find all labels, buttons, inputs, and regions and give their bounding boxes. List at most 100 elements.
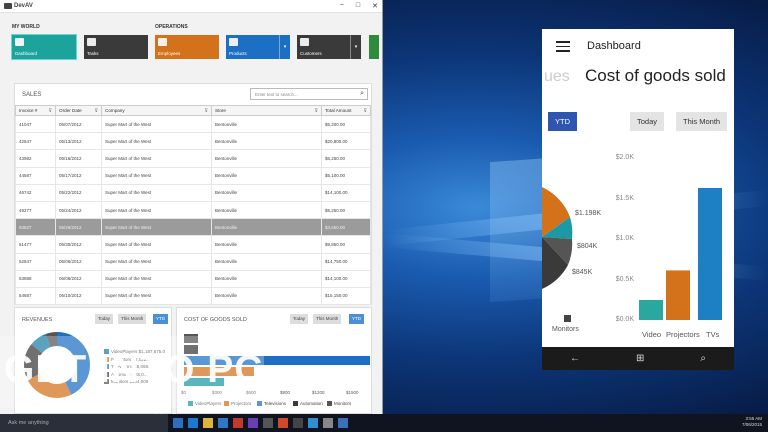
column-header[interactable]: Invoice # ⊽ [15,105,56,116]
minimize-button[interactable]: − [340,2,344,10]
table-row[interactable]: 49277 05/24/2012 Super Mart of the West Ben… [15,200,371,220]
pie-label: $1.198K [575,210,602,217]
task-view-icon[interactable] [173,418,183,428]
phone-title: Dashboard [587,40,641,52]
table-cell: Bentonville [211,132,322,151]
taskbar-search[interactable]: Ask me anything [0,414,168,432]
table-cell: $6,250.00 [321,149,371,168]
column-header[interactable]: Company ⊽ [101,105,212,116]
table-cell: 54687 [15,286,56,306]
app-icon[interactable] [323,418,333,428]
table-cell: 05/16/2012 [55,149,102,168]
ytd-button[interactable]: YTD [349,314,364,324]
this-month-button[interactable]: This Month [313,314,342,324]
axis-tick: $1200 [312,390,325,395]
column-header[interactable]: Total Amount ⊽ [321,105,371,116]
file-explorer-icon[interactable] [203,418,213,428]
table-row[interactable]: 43982 05/16/2012 Super Mart of the West Ben… [15,149,371,168]
this-month-button[interactable]: This Month [118,314,147,324]
table-row[interactable]: 42647 05/13/2012 Super Mart of the West Ben… [15,132,371,151]
legend-item: Automation [293,401,323,406]
app-icon[interactable] [263,418,273,428]
table-row[interactable]: 46742 05/22/2012 Super Mart of the West Ben… [15,183,371,202]
tile-customers[interactable]: Customers ▾ [297,35,361,59]
table-cell: 05/07/2012 [55,114,102,134]
close-button[interactable]: ✕ [372,2,378,10]
table-cell: Bentonville [211,218,322,237]
dashboard-icon [15,38,24,46]
app-icon[interactable] [293,418,303,428]
table-cell: Bentonville [211,166,322,185]
ytd-button[interactable]: YTD [153,314,168,324]
table-row[interactable]: 54687 06/10/2012 Super Mart of the West Ben… [15,286,371,306]
filter-icon: ⊽ [363,107,367,113]
table-cell: 43982 [15,149,56,168]
today-button[interactable]: Today [290,314,309,324]
table-row[interactable]: 52847 06/06/2012 Super Mart of the West Ben… [15,252,371,271]
this-month-button[interactable]: This Month [676,112,728,131]
table-cell: $5,200.00 [321,114,371,134]
customers-icon [300,38,309,46]
cogs-title: COST OF GOODS SOLD [184,317,247,323]
windows-icon[interactable]: ⊞ [636,353,644,364]
axis-tick: $2.0K [615,154,634,161]
table-row[interactable]: 53888 06/08/2012 Super Mart of the West Ben… [15,269,371,288]
table-cell: Bentonville [211,286,322,306]
app-icon[interactable] [308,418,318,428]
hamburger-menu-icon[interactable] [556,41,570,52]
back-icon[interactable]: ← [570,353,580,364]
sales-panel: SALES Enter text to search... ⌕ Invoice … [14,83,372,306]
table-cell: 05/29/2012 [55,218,102,237]
table-cell: 06/08/2012 [55,269,102,288]
revenues-title: REVENUES [22,317,53,323]
category-label: Video [642,330,662,339]
taskbar-clock[interactable]: 3:55 AM 7/06/2015 [742,416,762,428]
table-cell: Super Mart of the West [101,286,212,306]
visual-studio-icon[interactable] [248,418,258,428]
table-cell: Bentonville [211,114,322,134]
tile-tasks[interactable]: Tasks [84,35,148,59]
app-icon[interactable] [338,418,348,428]
previous-pivot-title[interactable]: ues [544,68,570,86]
table-cell: Super Mart of the West [101,235,212,254]
legend-swatch [564,315,571,322]
app-icon[interactable] [278,418,288,428]
table-cell: $9,850.00 [321,235,371,254]
clock-date: 7/06/2015 [741,422,762,427]
office-icon[interactable] [233,418,243,428]
search-icon[interactable]: ⌕ [700,353,706,364]
search-input[interactable]: Enter text to search... ⌕ [250,88,368,100]
today-button[interactable]: Today [630,112,665,131]
table-cell: $5,250.00 [321,200,371,220]
table-row[interactable]: 51477 05/30/2012 Super Mart of the West Ben… [15,235,371,254]
table-row[interactable]: 41047 05/07/2012 Super Mart of the West Ben… [15,114,371,134]
legend-item: Monitors [327,401,351,406]
tile-products[interactable]: Products ▾ [226,35,290,59]
ytd-button[interactable]: YTD [548,112,577,131]
column-header[interactable]: Order Date ⊽ [55,105,102,116]
store-icon[interactable] [218,418,228,428]
chart-title: Cost of goods sold [585,66,726,85]
table-cell: 06/06/2012 [55,252,102,271]
tile-employees[interactable]: Employees [155,35,219,59]
column-header[interactable]: Store ⊽ [211,105,322,116]
tile-more[interactable] [369,35,379,59]
chevron-down-icon[interactable]: ▾ [350,35,361,59]
table-row[interactable]: 50827 05/29/2012 Super Mart of the West Ben… [15,218,371,237]
table-cell: Bentonville [211,235,322,254]
tasks-icon [87,38,96,46]
maximize-button[interactable]: □ [356,2,360,10]
today-button[interactable]: Today [95,314,114,324]
taskbar: Ask me anything 3:55 AM 7/06/2015 [0,414,768,432]
table-cell: Super Mart of the West [101,149,212,168]
table-cell: $3,650.00 [321,218,371,237]
filter-icon: ⊽ [204,107,208,113]
table-cell: Super Mart of the West [101,114,212,134]
search-placeholder: Enter text to search... [255,92,298,97]
table-row[interactable]: 44587 05/17/2012 Super Mart of the West Ben… [15,166,371,185]
tile-dashboard[interactable]: Dashboard [11,34,77,60]
search-icon[interactable]: ⌕ [360,90,364,98]
table-cell: 53888 [15,269,56,288]
chevron-down-icon[interactable]: ▾ [279,35,290,59]
edge-icon[interactable] [188,418,198,428]
